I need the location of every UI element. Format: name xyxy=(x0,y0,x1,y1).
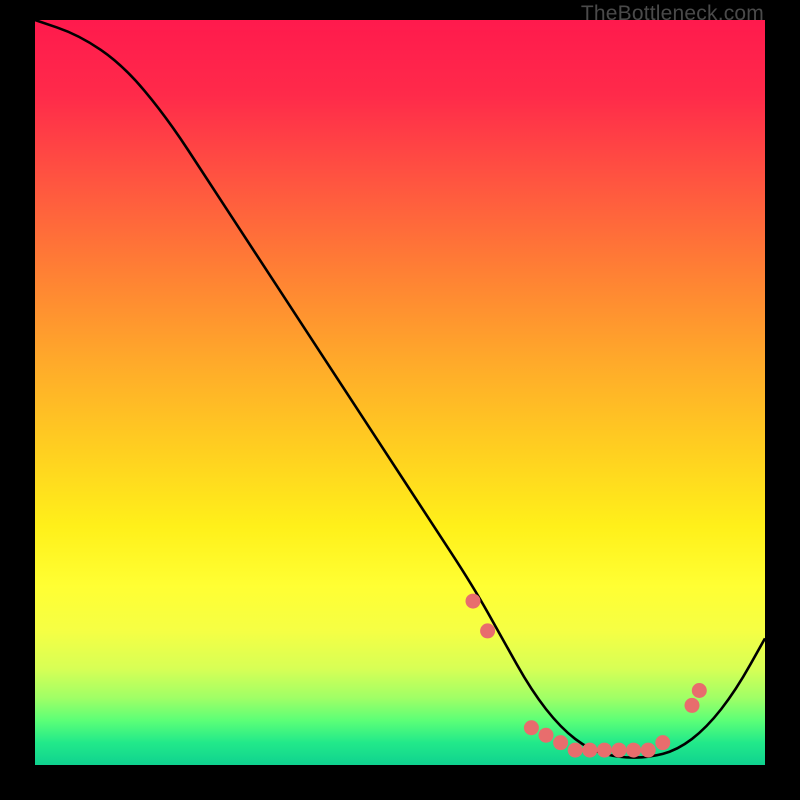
highlight-dot xyxy=(685,698,700,713)
marker-group xyxy=(466,594,707,758)
plot-area xyxy=(35,20,765,765)
highlight-dot xyxy=(568,743,583,758)
highlight-dot xyxy=(466,594,481,609)
highlight-dot xyxy=(597,743,612,758)
curve-svg xyxy=(35,20,765,765)
chart-frame: TheBottleneck.com xyxy=(0,0,800,800)
highlight-dot xyxy=(612,743,627,758)
highlight-dot xyxy=(626,743,641,758)
highlight-dot xyxy=(655,735,670,750)
highlight-dot xyxy=(480,623,495,638)
highlight-dot xyxy=(582,743,597,758)
bottleneck-curve-path xyxy=(35,20,765,758)
highlight-dot xyxy=(539,728,554,743)
highlight-dot xyxy=(524,720,539,735)
highlight-dot xyxy=(692,683,707,698)
highlight-dot xyxy=(553,735,568,750)
highlight-dot xyxy=(641,743,656,758)
